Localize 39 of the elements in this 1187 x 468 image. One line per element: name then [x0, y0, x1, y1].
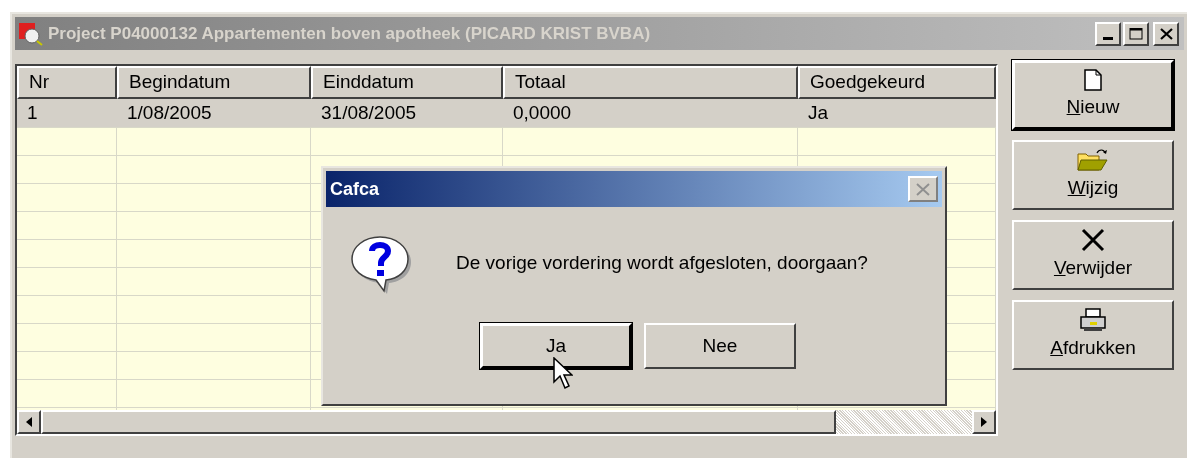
column-header[interactable]: Nr: [17, 66, 117, 99]
table-cell-text: 1: [26, 101, 39, 125]
close-button[interactable]: [1153, 21, 1179, 46]
maximize-icon: [1129, 27, 1143, 40]
maximize-button[interactable]: [1123, 21, 1149, 46]
table-cell-text: 1/08/2005: [126, 101, 213, 125]
toolbar-button[interactable]: Afdrukken: [1012, 300, 1174, 370]
dialog-close-button[interactable]: [908, 176, 938, 202]
dialog-message: De vorige vordering wordt afgesloten, doorgaan?: [456, 250, 868, 275]
window-title: Project P04000132 Appartementen boven apotheek (PICARD KRIST BVBA): [48, 22, 652, 45]
toolbar-button[interactable]: Nieuw: [1012, 60, 1174, 130]
dialog-title: Cafca: [330, 177, 381, 201]
folder-icon: [1077, 147, 1109, 172]
document-icon: [1084, 68, 1102, 91]
close-icon: [1159, 27, 1173, 40]
column-header[interactable]: Totaal: [503, 66, 798, 99]
toolbar-button[interactable]: Verwijder: [1012, 220, 1174, 290]
scroll-right-button[interactable]: [972, 410, 996, 434]
mouse-cursor-icon: [553, 357, 573, 391]
scroll-left-button[interactable]: [17, 410, 41, 434]
dialog-button[interactable]: Nee: [644, 323, 796, 369]
scrollbar-thumb[interactable]: [41, 410, 836, 434]
close-icon: [916, 182, 930, 196]
cross-icon: [1081, 227, 1105, 252]
minimize-button[interactable]: [1095, 21, 1121, 46]
table-cell-text: 0,0000: [512, 101, 573, 125]
column-header[interactable]: Begindatum: [117, 66, 311, 99]
horizontal-scrollbar[interactable]: [17, 410, 996, 434]
table-cell-text: Ja: [807, 101, 830, 125]
printer-icon: [1079, 307, 1107, 332]
column-header[interactable]: Goedgekeurd: [798, 66, 996, 99]
toolbar-button[interactable]: Wijzig: [1012, 140, 1174, 210]
right-arrow-icon: [981, 417, 987, 427]
minimize-icon: [1103, 36, 1113, 40]
left-arrow-icon: [26, 417, 32, 427]
dialog-button[interactable]: Ja: [480, 323, 632, 369]
column-header[interactable]: Einddatum: [311, 66, 503, 99]
app-icon: [18, 20, 44, 47]
table-cell-text: 31/08/2005: [320, 101, 418, 125]
